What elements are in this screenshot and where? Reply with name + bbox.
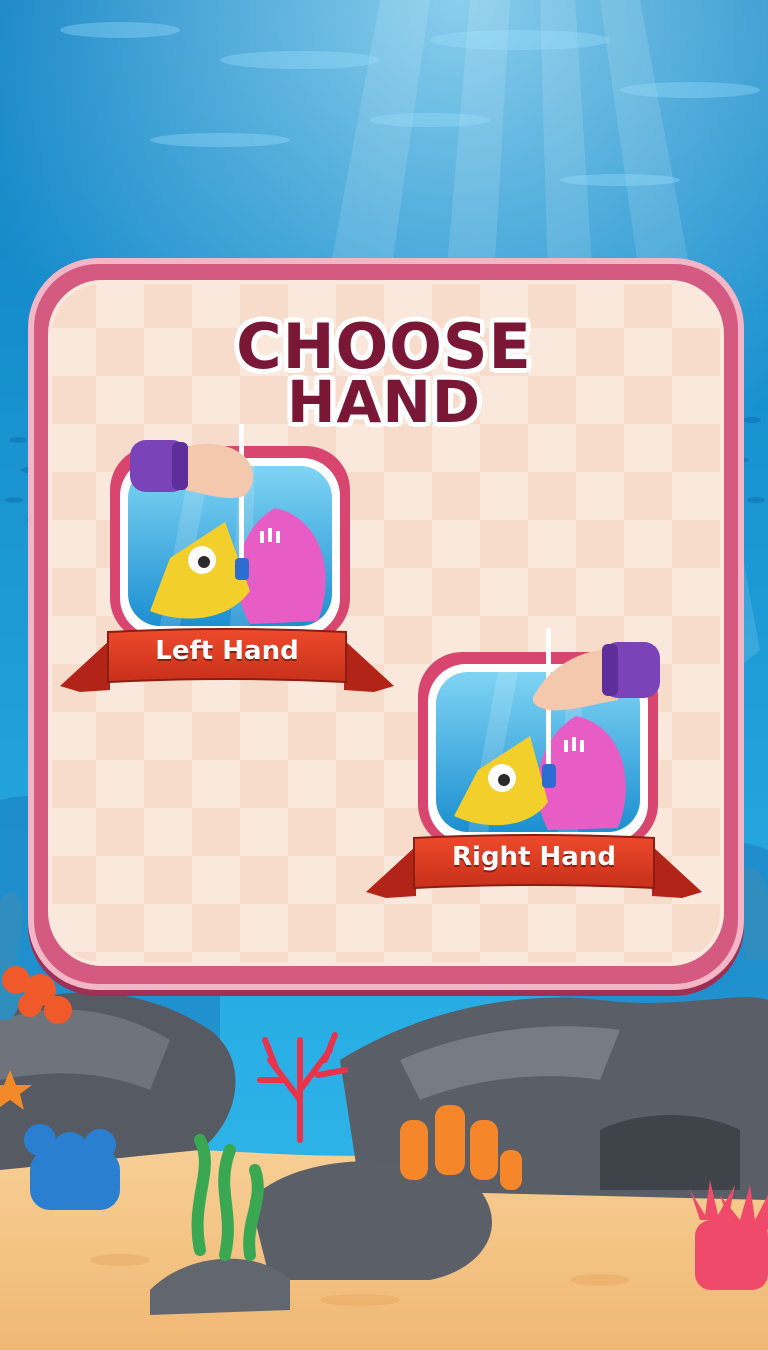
choice-art-layer [60, 424, 702, 898]
left-hand-button[interactable]: Left Hand [108, 636, 346, 666]
right-hand-button[interactable]: Right Hand [414, 842, 654, 872]
left-hand-card[interactable] [110, 424, 350, 642]
right-hand-card[interactable] [418, 628, 660, 848]
